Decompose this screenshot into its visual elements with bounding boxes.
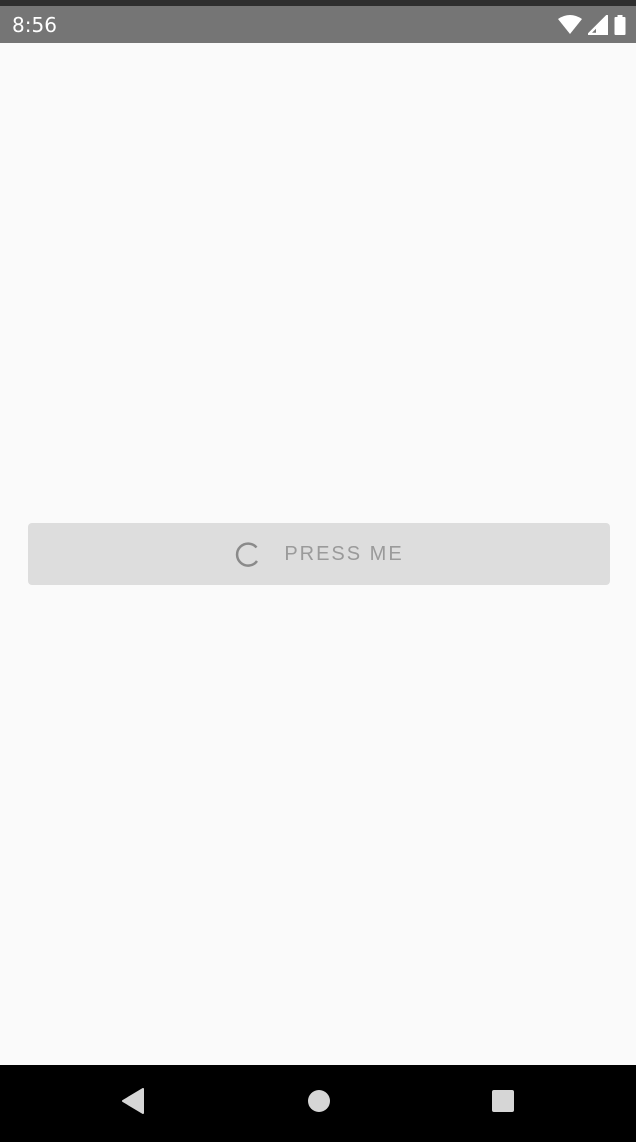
navigation-bar	[0, 1065, 636, 1142]
status-icons	[558, 14, 626, 36]
status-time: 8:56	[12, 13, 57, 37]
recents-button[interactable]	[483, 1083, 523, 1123]
recents-icon	[491, 1089, 515, 1118]
wifi-icon	[558, 15, 582, 35]
press-me-button[interactable]: PRESS ME	[28, 523, 610, 585]
back-icon	[121, 1087, 145, 1119]
status-bar: 8:56	[0, 6, 636, 43]
cellular-signal-icon	[588, 15, 608, 35]
progress-spinner-icon	[234, 540, 262, 568]
home-button[interactable]	[299, 1083, 339, 1123]
main-content: PRESS ME	[0, 43, 636, 1065]
battery-icon	[614, 15, 626, 35]
home-icon	[307, 1089, 331, 1118]
back-button[interactable]	[113, 1083, 153, 1123]
press-me-label: PRESS ME	[284, 542, 404, 565]
